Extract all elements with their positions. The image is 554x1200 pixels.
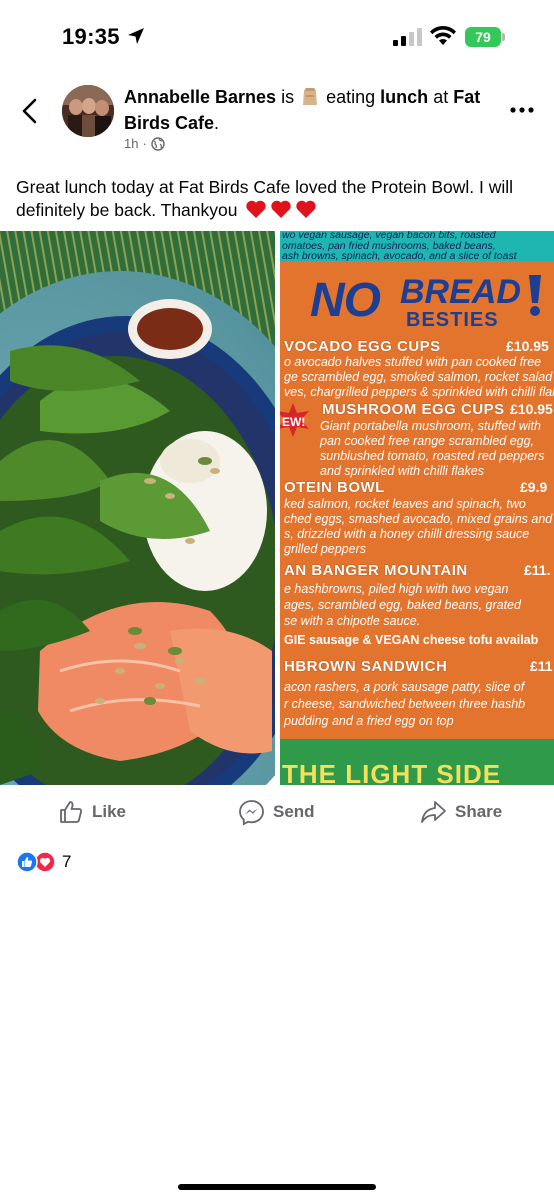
like-label: Like [92, 802, 127, 821]
menu-item-desc: ched eggs, smashed avocado, mixed grains… [284, 512, 553, 526]
author-name-link[interactable]: Annabelle Barnes [124, 87, 276, 107]
post-meta: 1h · [124, 136, 165, 151]
menu-headline-bread: BREAD [400, 273, 521, 311]
red-heart-icon [246, 200, 267, 218]
menu-item-title: MUSHROOM EGG CUPS [322, 401, 505, 418]
new-badge-text: EW! [282, 415, 306, 429]
share-label: Share [455, 802, 503, 821]
exclamation-mark [525, 273, 545, 317]
reaction-count: 7 [62, 852, 72, 871]
menu-item-price: £11. [524, 562, 551, 578]
red-heart-icon [271, 200, 292, 218]
menu-item-desc: ages, scrambled egg, baked beans, grated [284, 598, 521, 612]
menu-item-desc: o avocado halves stuffed with pan cooked… [284, 355, 542, 369]
send-label: Send [273, 802, 315, 821]
menu-top-line: ash browns, spinach, avocado, and a slic… [282, 250, 517, 262]
globe-icon [151, 136, 165, 151]
more-options-icon[interactable] [508, 98, 536, 122]
menu-item-desc: pudding and a fried egg on top [284, 714, 454, 728]
share-arrow-icon [421, 801, 446, 823]
battery-level: 79 [465, 27, 501, 47]
clock: 19:35 [62, 24, 120, 49]
menu-item-title: HBROWN SANDWICH [284, 658, 448, 675]
like-button[interactable]: Like [58, 795, 126, 829]
menu-headline-no: NO [310, 274, 381, 327]
battery-icon: 79 [465, 27, 505, 47]
menu-item-desc: grilled peppers [284, 542, 366, 556]
menu-item-desc: ves, chargrilled peppers & sprinkled wit… [284, 385, 554, 399]
menu-item-desc: se with a chipotle sauce. [284, 614, 421, 628]
post-time[interactable]: 1h [124, 136, 138, 151]
cellular-signal-icon [393, 28, 422, 46]
activity-object: lunch [380, 87, 429, 107]
menu-item-desc: r cheese, sandwiched between three hashb [284, 697, 526, 711]
menu-item-title: AN BANGER MOUNTAIN [284, 562, 468, 579]
verb-is: is [281, 87, 295, 107]
menu-item-desc: ge scrambled egg, smoked salmon, rocket … [284, 370, 553, 384]
heart-emojis [245, 199, 317, 219]
like-reaction-icon [16, 851, 38, 873]
menu-item-price: £11 [530, 658, 553, 674]
menu-item-price: £10.95 [506, 338, 549, 354]
location-arrow-icon [128, 28, 144, 44]
messenger-icon [239, 799, 264, 825]
avatar[interactable] [62, 85, 114, 137]
menu-item-desc: pan cooked free range scrambled egg, [320, 434, 535, 448]
menu-item-desc: e hashbrowns, piled high with two vegan [284, 582, 509, 596]
post-body-text: Great lunch today at Fat Birds Cafe love… [16, 176, 541, 222]
thumbs-up-icon [60, 801, 82, 823]
status-bar: 19:35 79 [0, 0, 554, 76]
menu-footer: THE LIGHT SIDE [282, 759, 502, 785]
meta-separator: · [142, 136, 147, 151]
menu-item-desc: s, drizzled with a honey chilli dressing… [284, 527, 530, 541]
menu-item-desc: and sprinkled with chilli flakes [320, 464, 484, 478]
menu-item-price: £9.9 [520, 479, 548, 495]
menu-note: GIE sausage & VEGAN cheese tofu availab [284, 633, 539, 647]
activity-verb: eating [326, 87, 376, 107]
back-chevron-icon[interactable] [18, 96, 42, 126]
menu-headline-besties: BESTIES [406, 309, 499, 331]
food-photo[interactable] [0, 231, 275, 785]
menu-item-title: OTEIN BOWL [284, 479, 385, 496]
share-button[interactable]: Share [420, 795, 502, 829]
post-header-text: Annabelle Barnes is eating lunch at Fat … [124, 84, 496, 136]
activity-preposition: at [433, 87, 449, 107]
menu-item-title: VOCADO EGG CUPS [284, 338, 441, 355]
menu-item-desc: sunblushed tomato, roasted red peppers [320, 449, 545, 463]
menu-photo[interactable]: wo vegan sausage, vegan bacon bits, roas… [280, 231, 554, 785]
paper-bag-emoji-icon [303, 88, 318, 105]
menu-item-desc: acon rashers, a pork sausage patty, slic… [284, 680, 525, 694]
home-indicator[interactable] [178, 1184, 376, 1190]
red-heart-icon [296, 200, 317, 218]
wifi-icon [430, 25, 456, 45]
post-actions: Like Send Share [0, 795, 554, 829]
menu-item-price: £10.95 [510, 401, 553, 417]
reactions-summary[interactable]: 7 [16, 850, 71, 874]
place-suffix: . [214, 113, 220, 133]
send-button[interactable]: Send [238, 795, 315, 829]
menu-item-desc: ked salmon, rocket leaves and spinach, t… [284, 497, 526, 511]
menu-item-desc: Giant portabella mushroom, stuffed with [320, 419, 541, 433]
